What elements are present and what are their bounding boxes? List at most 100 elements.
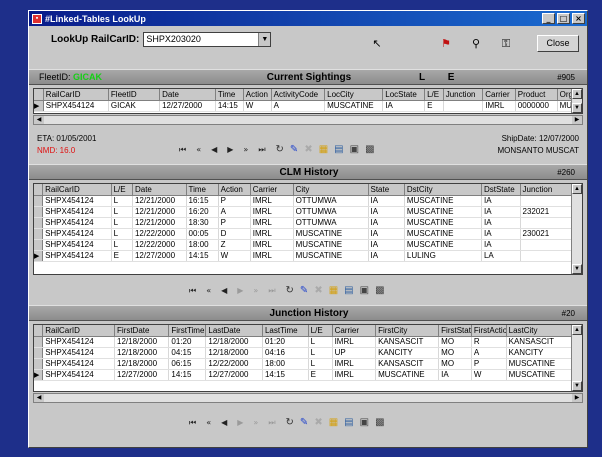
table-cell[interactable] [520, 239, 572, 251]
table-cell[interactable]: 12/21/2000 [132, 206, 187, 218]
table-cell[interactable]: P [218, 195, 251, 207]
table-cell[interactable]: 00:05 [186, 228, 219, 240]
table-cell[interactable]: 14:15 [215, 100, 244, 112]
column-header[interactable]: RailCarID [43, 89, 109, 101]
column-header[interactable]: Carrier [482, 89, 516, 101]
table-cell[interactable]: IMRL [250, 239, 294, 251]
binoculars-icon[interactable]: ⚲ [469, 37, 483, 51]
table-cell[interactable]: IA [368, 206, 405, 218]
table-cell[interactable] [520, 217, 572, 229]
table-cell[interactable]: 12/27/2000 [114, 369, 170, 381]
filter-icon[interactable]: ▦ [329, 285, 338, 296]
table-cell[interactable]: SHPX454124 [42, 347, 115, 359]
table-cell[interactable]: W [218, 250, 251, 262]
table-cell[interactable] [443, 100, 484, 112]
table-cell[interactable]: L [308, 347, 333, 359]
column-header[interactable]: L/E [424, 89, 444, 101]
table-cell[interactable]: 12/27/2000 [132, 250, 187, 262]
table-cell[interactable]: IA [481, 217, 521, 229]
maximize-button[interactable]: □ [557, 13, 570, 24]
edit-icon[interactable]: ✎ [300, 285, 308, 296]
table-cell[interactable]: A [471, 347, 507, 359]
nav-last-icon[interactable]: ⏭ [268, 286, 275, 296]
table-cell[interactable]: KANSASCIT [506, 336, 573, 348]
column-header[interactable]: LastDate [205, 325, 263, 337]
nav-prev-page-icon[interactable]: « [196, 145, 201, 154]
table-cell[interactable]: LULING [404, 250, 482, 262]
table-cell[interactable]: 06:15 [168, 358, 207, 370]
table-cell[interactable]: IA [368, 228, 405, 240]
close-window-button[interactable]: × [572, 13, 585, 24]
table-cell[interactable]: 16:15 [186, 195, 219, 207]
column-header[interactable]: Junction [443, 89, 484, 101]
table-cell[interactable]: 14:15 [262, 369, 309, 381]
print-icon[interactable]: ▣ [350, 144, 359, 155]
nav-next-page-icon[interactable]: » [253, 418, 258, 427]
table-cell[interactable]: IA [382, 100, 426, 112]
table-cell[interactable]: IA [368, 195, 405, 207]
column-header[interactable]: RailCarID [42, 184, 112, 196]
table-cell[interactable]: 01:20 [262, 336, 309, 348]
table-cell[interactable]: IMRL [482, 100, 516, 112]
table-cell[interactable]: IA [438, 369, 472, 381]
scroll-up-icon[interactable]: ▲ [572, 89, 582, 99]
table-cell[interactable]: UP [332, 347, 377, 359]
column-header[interactable]: FirstState [438, 325, 472, 337]
table-cell[interactable]: MO [438, 336, 472, 348]
table-cell[interactable]: L [308, 336, 333, 348]
table-cell[interactable]: MUSCATINE [506, 358, 573, 370]
table-cell[interactable]: L [111, 195, 133, 207]
column-header[interactable]: Action [243, 89, 272, 101]
table-row[interactable]: ▶ SHPX454124 GICAK 12/27/2000 14:15 W A MUSCATI… [34, 100, 575, 112]
table-row[interactable]: ▶ SHPX454124 12/27/2000 14:15 12/27/2000 14:1… [34, 369, 573, 381]
refresh-icon[interactable]: ↻ [276, 144, 284, 155]
nav-prev-icon[interactable]: ◀ [221, 418, 227, 427]
table-cell[interactable]: L [111, 228, 133, 240]
row-selector[interactable]: ▶ [34, 100, 44, 112]
table-cell[interactable]: R [471, 336, 507, 348]
close-record-icon[interactable]: ▩ [375, 285, 384, 296]
table-cell[interactable]: GICAK [108, 100, 161, 112]
table-cell[interactable]: IMRL [332, 358, 377, 370]
table-cell[interactable]: IA [368, 217, 405, 229]
table-cell[interactable]: IMRL [250, 217, 294, 229]
table-row[interactable]: ▶ SHPX454124 E 12/27/2000 14:15 W IMRL MUSCATIN… [34, 250, 572, 262]
table-cell[interactable]: MO [438, 358, 472, 370]
table-cell[interactable]: SHPX454124 [42, 336, 115, 348]
cancel-icon[interactable]: ✖ [314, 417, 322, 428]
scroll-up-icon[interactable]: ▲ [572, 184, 582, 194]
table-row[interactable]: SHPX454124 12/18/2000 01:20 12/18/2000 01:20… [34, 336, 573, 348]
table-cell[interactable]: L [308, 358, 333, 370]
table-cell[interactable]: IMRL [250, 206, 294, 218]
table-cell[interactable]: MUSCATINE [404, 206, 482, 218]
column-header[interactable]: Time [186, 184, 219, 196]
column-header[interactable]: Date [132, 184, 187, 196]
scroll-up-icon[interactable]: ▲ [572, 325, 582, 335]
print-icon[interactable]: ▣ [360, 417, 369, 428]
table-cell[interactable]: SHPX454124 [42, 228, 112, 240]
table-cell[interactable]: A [271, 100, 326, 112]
close-record-icon[interactable]: ▩ [365, 144, 374, 155]
table-cell[interactable]: MUSCATINE [404, 239, 482, 251]
nav-prev-page-icon[interactable]: « [206, 418, 211, 427]
scroll-down-icon[interactable]: ▼ [572, 381, 582, 391]
table-cell[interactable]: OTTUMWA [293, 195, 369, 207]
save-icon[interactable]: ▤ [344, 285, 353, 296]
clm-grid[interactable]: RailCarID L/E Date Time Action Carrier City Sta… [33, 183, 583, 275]
table-cell[interactable]: D [218, 228, 251, 240]
column-header[interactable]: Carrier [332, 325, 377, 337]
table-cell[interactable]: 12/21/2000 [132, 195, 187, 207]
table-cell[interactable]: OTTUMWA [293, 206, 369, 218]
table-cell[interactable] [520, 195, 572, 207]
table-cell[interactable]: SHPX454124 [42, 239, 112, 251]
table-cell[interactable]: A [218, 206, 251, 218]
table-cell[interactable]: IMRL [250, 228, 294, 240]
table-cell[interactable]: SHPX454124 [42, 250, 112, 262]
table-cell[interactable]: LA [481, 250, 521, 262]
railcar-id-combo[interactable]: SHPX203020 ▼ [143, 32, 272, 47]
column-header[interactable]: FleetID [108, 89, 161, 101]
table-cell[interactable]: IA [481, 195, 521, 207]
table-cell[interactable]: P [471, 358, 507, 370]
table-row[interactable]: SHPX454124 12/18/2000 04:15 12/18/2000 04:16… [34, 347, 573, 359]
row-selector[interactable] [34, 206, 44, 218]
